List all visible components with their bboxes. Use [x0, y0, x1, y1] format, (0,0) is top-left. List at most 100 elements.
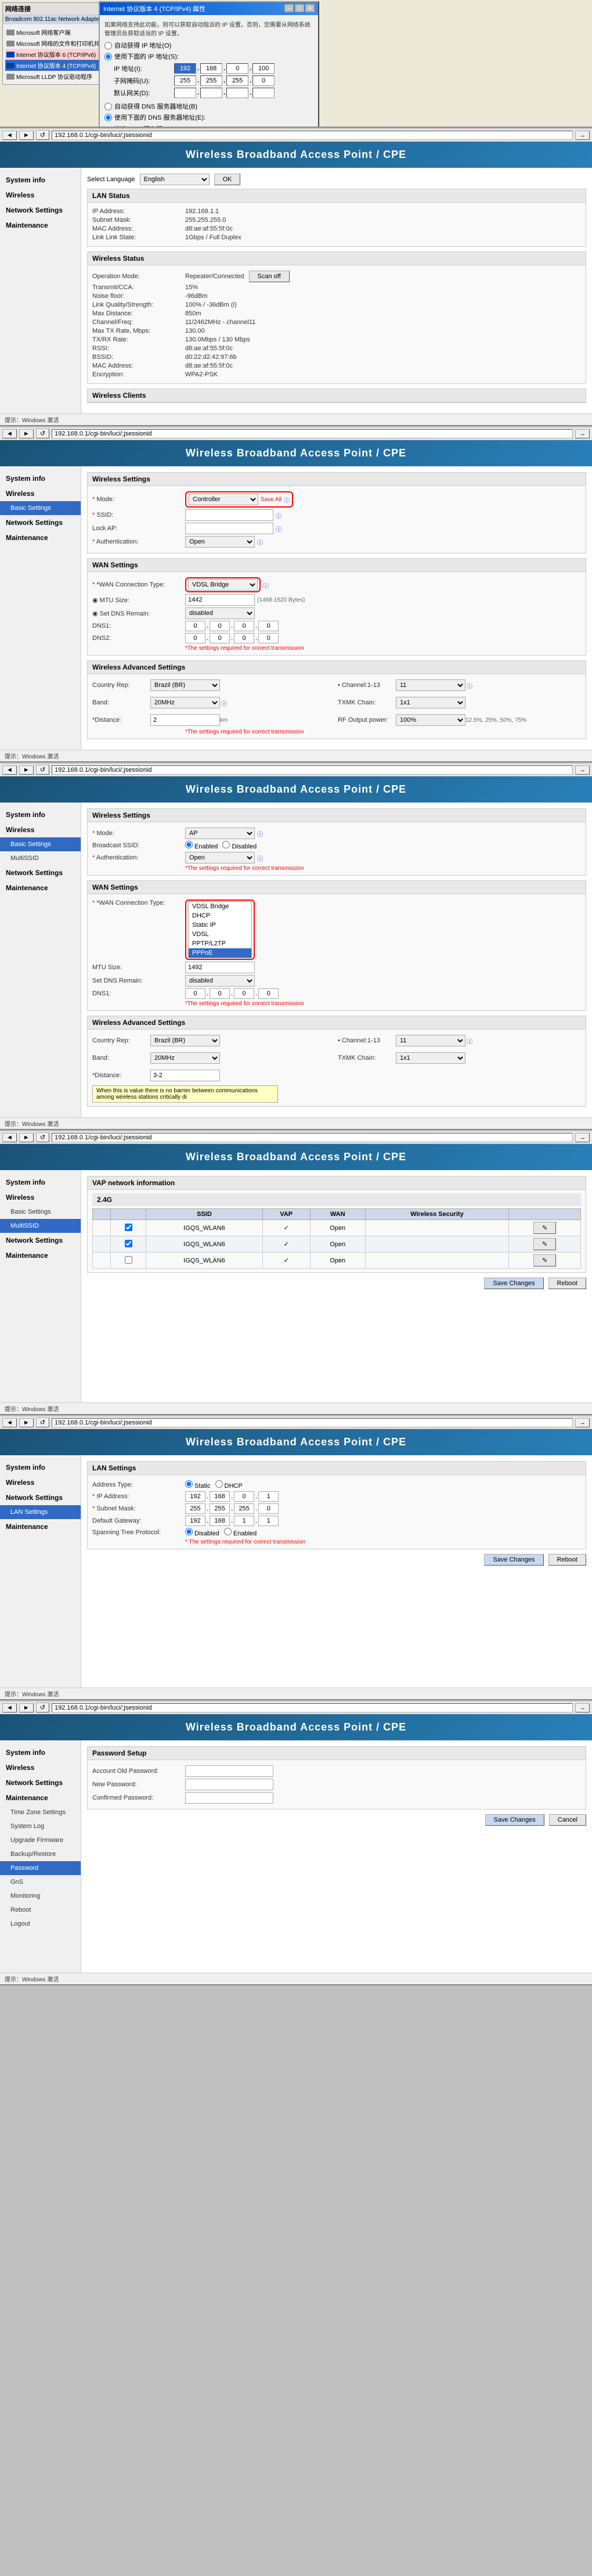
dns1-oct1-3[interactable] — [185, 621, 205, 631]
sidebar-maintenance-3[interactable]: Maintenance — [0, 530, 81, 545]
sidebar-lan-settings-6[interactable]: LAN Settings — [0, 1505, 81, 1519]
forward-btn-2[interactable]: ► — [19, 131, 34, 140]
back-btn-6[interactable]: ◄ — [2, 1418, 17, 1427]
new-pw-input-7[interactable] — [185, 1779, 273, 1790]
set-dns-select-4[interactable]: disabled — [185, 975, 255, 987]
back-btn-5[interactable]: ◄ — [2, 1133, 17, 1142]
wan-opt-pppoe[interactable]: PPPoE — [189, 948, 251, 958]
sidebar-sysinfo-7[interactable]: System info — [0, 1745, 81, 1760]
ip-oct4[interactable] — [252, 63, 275, 74]
dialog-maximize-btn[interactable]: □ — [295, 4, 304, 12]
txmk-select-4[interactable]: 1x1 — [396, 1052, 465, 1064]
band-select-3[interactable]: 20MHz — [150, 697, 220, 708]
wan-type-select-3[interactable]: VDSL Bridge — [188, 579, 258, 591]
confirm-pw-input-7[interactable] — [185, 1792, 273, 1804]
nc-item-1[interactable]: Microsoft 网络客户端 — [5, 27, 113, 38]
sidebar-network-3[interactable]: Network Settings — [0, 515, 81, 530]
ip-oct3[interactable] — [226, 63, 248, 74]
sidebar-wireless-4[interactable]: Wireless — [0, 822, 81, 837]
auto-ip-radio[interactable]: 自动获得 IP 地址(O) — [104, 41, 313, 50]
mode-select-4[interactable]: AP — [185, 828, 255, 839]
forward-btn-5[interactable]: ► — [19, 1133, 34, 1142]
sidebar-network-6[interactable]: Network Settings — [0, 1490, 81, 1505]
refresh-btn-7[interactable]: ↺ — [36, 1703, 49, 1712]
dist-input-4[interactable] — [150, 1070, 220, 1081]
browser-addr-2[interactable] — [52, 131, 573, 140]
go-btn-4[interactable]: → — [575, 765, 590, 775]
row1-edit-5[interactable]: ✎ — [509, 1220, 581, 1236]
sidebar-sysinfo-6[interactable]: System info — [0, 1460, 81, 1475]
dns1-oct2-3[interactable] — [210, 621, 230, 631]
rf-select-3[interactable]: 100% — [396, 714, 465, 726]
auth-select-3[interactable]: Open — [185, 536, 255, 548]
stp-enabled-6[interactable]: Enabled — [224, 1528, 257, 1537]
channel-select-4[interactable]: 11 — [396, 1035, 465, 1046]
channel-select-3[interactable]: 11 — [396, 679, 465, 691]
gw-oct4[interactable] — [252, 88, 275, 98]
ip-oct2-6[interactable] — [210, 1491, 230, 1502]
nc-item-4[interactable]: Internet 协议版本 4 (TCP/IPv4) — [5, 60, 113, 71]
row1-enabled-5[interactable] — [110, 1220, 146, 1236]
country-select-3[interactable]: Brazil (BR) — [150, 679, 220, 691]
refresh-btn-5[interactable]: ↺ — [36, 1132, 49, 1142]
sidebar-item-maintenance-2[interactable]: Maintenance — [0, 218, 81, 233]
row3-enabled-5[interactable] — [110, 1253, 146, 1269]
sidebar-wireless-5[interactable]: Wireless — [0, 1190, 81, 1205]
wan-opt-static[interactable]: Static IP — [189, 920, 251, 930]
ip-oct4-6[interactable] — [258, 1491, 279, 1502]
save-btn-6[interactable]: Save Changes — [484, 1554, 543, 1566]
forward-btn-3[interactable]: ► — [19, 429, 34, 438]
sidebar-network-4[interactable]: Network Settings — [0, 865, 81, 880]
dns1-oct1-4[interactable] — [185, 988, 205, 999]
go-btn-7[interactable]: → — [575, 1703, 590, 1712]
wan-opt-pptp[interactable]: PPTP/L2TP — [189, 939, 251, 948]
subnet-oct1[interactable] — [174, 75, 196, 86]
ip-oct2[interactable] — [200, 63, 222, 74]
gw-oct3-6[interactable] — [234, 1516, 254, 1526]
sidebar-password-7[interactable]: Password — [0, 1861, 81, 1875]
row2-enabled-5[interactable] — [110, 1236, 146, 1253]
dns1-oct3-4[interactable] — [234, 988, 254, 999]
gw-oct2[interactable] — [200, 88, 222, 98]
dialog-minimize-btn[interactable]: ─ — [284, 4, 294, 12]
sidebar-sysinfo-4[interactable]: System info — [0, 807, 81, 822]
dns1-oct2-4[interactable] — [210, 988, 230, 999]
dns1-oct3-3[interactable] — [234, 621, 254, 631]
sidebar-network-7[interactable]: Network Settings — [0, 1775, 81, 1790]
gw-oct1[interactable] — [174, 88, 196, 98]
sidebar-item-wireless-2[interactable]: Wireless — [0, 188, 81, 203]
browser-addr-5[interactable] — [52, 1133, 573, 1142]
refresh-btn-3[interactable]: ↺ — [36, 429, 49, 438]
wan-opt-dhcp[interactable]: DHCP — [189, 911, 251, 920]
txmk-select-3[interactable]: 1x1 — [396, 697, 465, 708]
nc-item-5[interactable]: Microsoft LLDP 协议驱动程序 — [5, 71, 113, 82]
sidebar-wireless-6[interactable]: Wireless — [0, 1475, 81, 1490]
static-radio-6[interactable]: Static — [185, 1480, 211, 1490]
set-dns-select-3[interactable]: disabled — [185, 607, 255, 619]
refresh-btn-6[interactable]: ↺ — [36, 1417, 49, 1427]
sidebar-item-network-settings-2[interactable]: Network Settings — [0, 203, 81, 218]
sidebar-timezone-7[interactable]: Time Zone Settings — [0, 1805, 81, 1819]
ip-oct3-6[interactable] — [234, 1491, 254, 1502]
sn-oct1-6[interactable] — [185, 1503, 205, 1514]
dhcp-radio-6[interactable]: DHCP — [215, 1480, 243, 1490]
dns2-oct2-3[interactable] — [210, 633, 230, 643]
lang-ok-btn[interactable]: OK — [214, 174, 241, 185]
sn-oct2-6[interactable] — [210, 1503, 230, 1514]
sidebar-backup-7[interactable]: Backup/Restore — [0, 1847, 81, 1861]
sidebar-basic-settings-4[interactable]: Basic Settings — [0, 837, 81, 851]
back-btn-4[interactable]: ◄ — [2, 765, 17, 775]
subnet-oct3[interactable] — [226, 75, 248, 86]
mtu-input-4[interactable] — [185, 962, 255, 973]
edit-btn-5-2[interactable]: ✎ — [533, 1238, 556, 1250]
sn-oct4-6[interactable] — [258, 1503, 279, 1514]
sidebar-sysinfo-3[interactable]: System info — [0, 471, 81, 486]
browser-addr-4[interactable] — [52, 765, 573, 775]
sidebar-reboot-7[interactable]: Reboot — [0, 1903, 81, 1917]
pdns-oct1[interactable] — [174, 127, 196, 128]
forward-btn-7[interactable]: ► — [19, 1703, 34, 1712]
dns2-oct4-3[interactable] — [258, 633, 279, 643]
back-btn-3[interactable]: ◄ — [2, 429, 17, 438]
stp-disabled-6[interactable]: Disabled — [185, 1528, 219, 1537]
sidebar-maintenance-7[interactable]: Maintenance — [0, 1790, 81, 1805]
